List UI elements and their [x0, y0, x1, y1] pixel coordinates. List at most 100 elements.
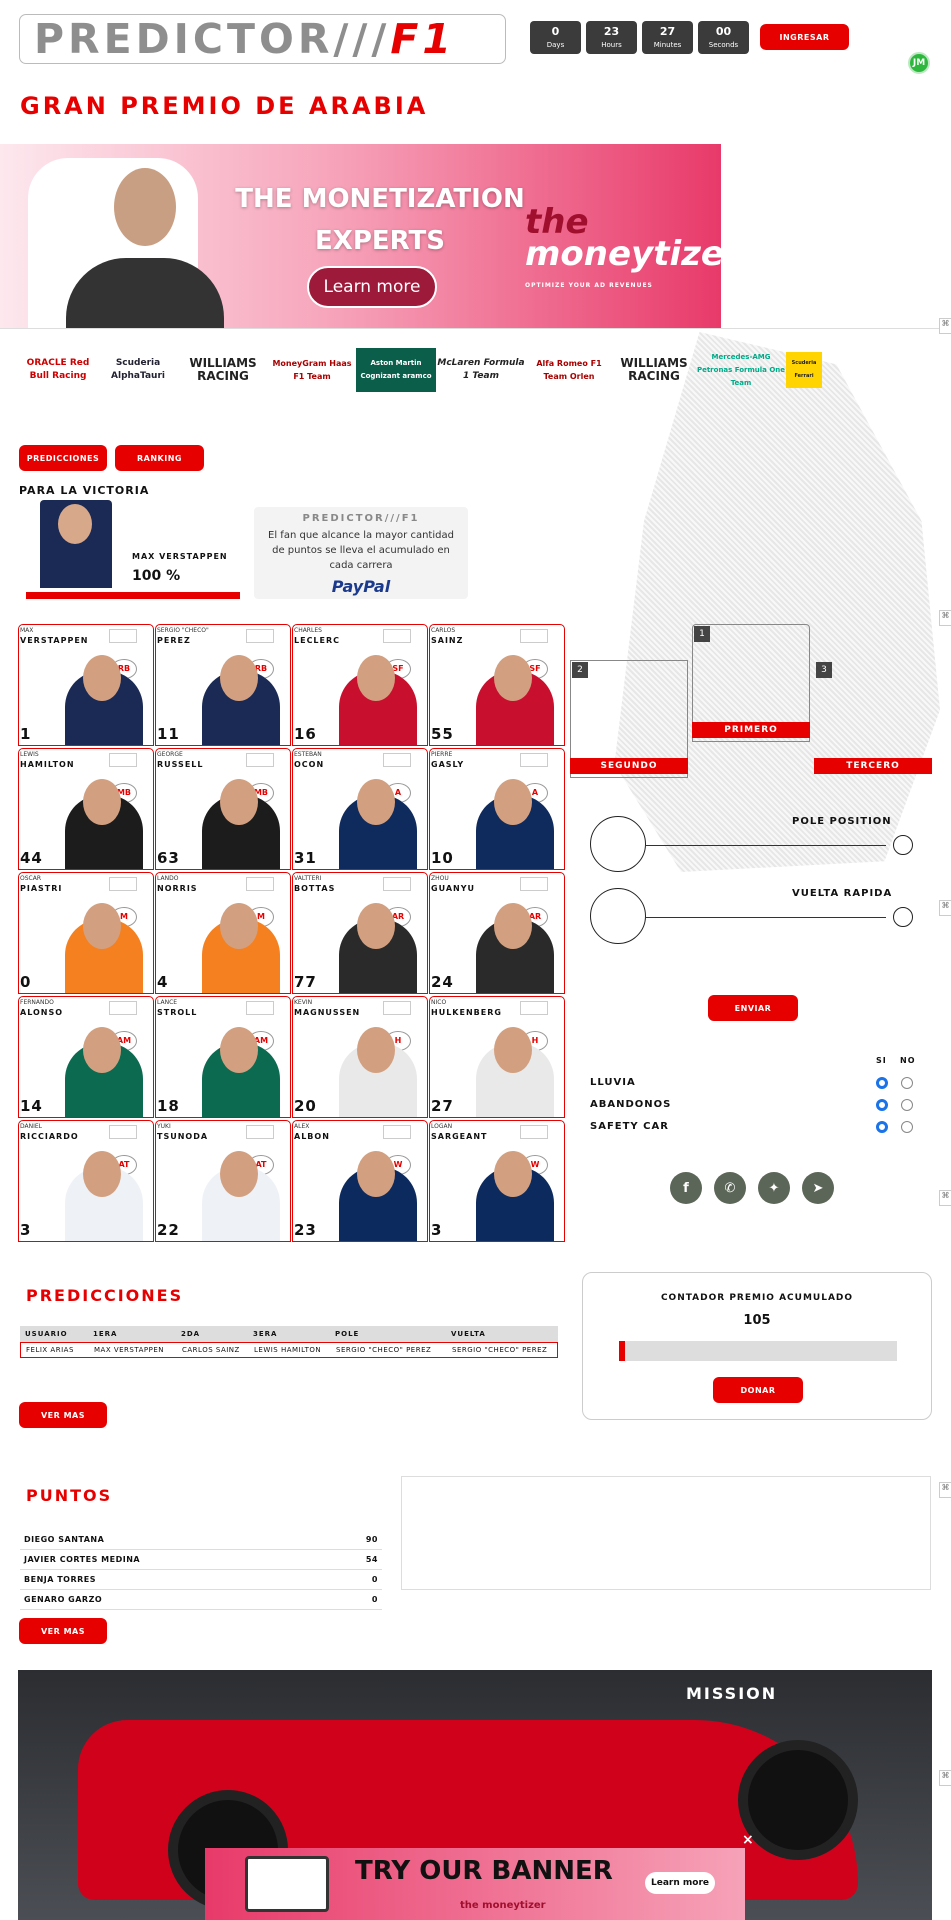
driver-number: 55 — [431, 725, 454, 743]
logo-accent: F1 — [390, 15, 455, 63]
tab-predictions[interactable]: PREDICCIONES — [19, 445, 107, 471]
driver-card[interactable]: LANDO NORRIS M 4 — [155, 872, 291, 994]
edge-tab-icon[interactable]: ⌘ — [939, 1482, 951, 1498]
whatsapp-icon[interactable]: ✆ — [714, 1172, 746, 1204]
driver-first-name: MAX — [20, 627, 34, 634]
country-flag-icon — [246, 1125, 274, 1139]
pole-slider-knob[interactable] — [893, 835, 913, 855]
page-title: GRAN PREMIO DE ARABIA — [20, 92, 429, 120]
driver-number: 4 — [157, 973, 169, 991]
site-logo[interactable]: PREDICTOR///F1 — [19, 14, 506, 64]
driver-first-name: LOGAN — [431, 1123, 453, 1130]
driver-last-name: HULKENBERG — [431, 1008, 502, 1017]
driver-first-name: LANDO — [157, 875, 179, 882]
top-ad-banner[interactable]: THE MONETIZATION EXPERTS Learn more the mo… — [0, 144, 721, 328]
driver-card[interactable]: ALEX ALBON W 23 — [292, 1120, 428, 1242]
driver-card[interactable]: LANCE STROLL AM 18 — [155, 996, 291, 1118]
list-item: GENARO GARZO 0 — [20, 1590, 382, 1610]
country-flag-icon — [520, 753, 548, 767]
driver-last-name: TSUNODA — [157, 1132, 209, 1141]
driver-card[interactable]: NICO HULKENBERG H 27 — [429, 996, 565, 1118]
fastest-lap-slider-knob[interactable] — [893, 907, 913, 927]
counter-value: 105 — [743, 1313, 771, 1328]
bottom-ad-learn-more-button[interactable]: Learn more — [645, 1872, 715, 1894]
driver-last-name: MAGNUSSEN — [294, 1008, 361, 1017]
country-flag-icon — [109, 877, 137, 891]
driver-card[interactable]: GEORGE RUSSELL MB 63 — [155, 748, 291, 870]
winner-bar-fill — [26, 592, 240, 599]
edge-tab-icon[interactable]: ⌘ — [939, 1190, 951, 1206]
fastest-lap-slot[interactable] — [590, 888, 646, 944]
pole-position-slot[interactable] — [590, 816, 646, 872]
promo-text: El fan que alcance la mayor cantidad de … — [268, 530, 454, 571]
driver-card[interactable]: FERNANDO ALONSO AM 14 — [18, 996, 154, 1118]
driver-last-name: ALONSO — [20, 1008, 64, 1017]
driver-photo — [220, 1151, 258, 1197]
sponsor-haas-logo: MoneyGram Haas F1 Team — [272, 359, 352, 381]
countdown-seconds: 00 Seconds — [698, 21, 749, 54]
driver-card[interactable]: SERGIO "CHECO" PEREZ RB 11 — [155, 624, 291, 746]
driver-card[interactable]: DANIEL RICCIARDO AT 3 — [18, 1120, 154, 1242]
country-flag-icon — [383, 753, 411, 767]
points-list: DIEGO SANTANA 90 JAVIER CORTES MEDINA 54 B… — [20, 1530, 382, 1610]
telegram-icon[interactable]: ➤ — [802, 1172, 834, 1204]
driver-number: 44 — [20, 849, 43, 867]
rain-yes-radio[interactable] — [876, 1077, 888, 1089]
driver-card[interactable]: LEWIS HAMILTON MB 44 — [18, 748, 154, 870]
driver-first-name: YUKI — [157, 1123, 171, 1130]
ad-headline-2: EXPERTS — [315, 226, 445, 256]
list-item: BENJA TORRES 0 — [20, 1570, 382, 1590]
driver-card[interactable]: KEVIN MAGNUSSEN H 20 — [292, 996, 428, 1118]
driver-card[interactable]: CHARLES LECLERC SF 16 — [292, 624, 428, 746]
driver-card[interactable]: OSCAR PIASTRI M 0 — [18, 872, 154, 994]
driver-number: 3 — [431, 1221, 443, 1239]
driver-card[interactable]: PIERRE GASLY A 10 — [429, 748, 565, 870]
driver-card[interactable]: MAX VERSTAPPEN RB 1 — [18, 624, 154, 746]
rain-no-radio[interactable] — [901, 1077, 913, 1089]
points-more-button[interactable]: VER MAS — [19, 1618, 107, 1644]
sponsor-redbull-logo: ORACLE Red Bull Racing — [26, 358, 90, 381]
ad-learn-more-button[interactable]: Learn more — [307, 266, 437, 308]
driver-card[interactable]: LOGAN SARGEANT W 3 — [429, 1120, 565, 1242]
points-title: PUNTOS — [26, 1486, 113, 1505]
country-flag-icon — [520, 1125, 548, 1139]
driver-card[interactable]: YUKI TSUNODA AT 22 — [155, 1120, 291, 1242]
ad-laptop-image — [245, 1856, 329, 1912]
driver-first-name: PIERRE — [431, 751, 453, 758]
driver-card[interactable]: VALTTERI BOTTAS AR 77 — [292, 872, 428, 994]
login-button[interactable]: INGRESAR — [760, 24, 849, 50]
empty-panel — [401, 1476, 931, 1590]
counter-progress-fill — [619, 1341, 625, 1361]
driver-photo — [220, 1027, 258, 1073]
driver-card[interactable]: CARLOS SAINZ SF 55 — [429, 624, 565, 746]
twitter-icon[interactable]: ✦ — [758, 1172, 790, 1204]
edge-tab-icon[interactable]: ⌘ — [939, 318, 951, 334]
donate-button[interactable]: DONAR — [713, 1377, 803, 1403]
avatar[interactable]: JM — [908, 52, 930, 74]
edge-tab-icon[interactable]: ⌘ — [939, 900, 951, 916]
driver-first-name: GEORGE — [157, 751, 183, 758]
tab-ranking[interactable]: RANKING — [115, 445, 204, 471]
driver-number: 16 — [294, 725, 317, 743]
retirements-yes-radio[interactable] — [876, 1099, 888, 1111]
driver-card[interactable]: ZHOU GUANYU AR 24 — [429, 872, 565, 994]
driver-number: 77 — [294, 973, 317, 991]
close-icon[interactable]: × — [742, 1832, 754, 1848]
retirements-no-radio[interactable] — [901, 1099, 913, 1111]
country-flag-icon — [383, 877, 411, 891]
safety-car-no-radio[interactable] — [901, 1121, 913, 1133]
edge-tab-icon[interactable]: ⌘ — [939, 1770, 951, 1786]
facebook-icon[interactable]: f — [670, 1172, 702, 1204]
send-button[interactable]: ENVIAR — [708, 995, 798, 1021]
driver-first-name: KEVIN — [294, 999, 313, 1006]
bottom-ad-banner[interactable]: TRY OUR BANNER Learn more the moneytizer — [205, 1848, 745, 1920]
predictions-title: PREDICCIONES — [26, 1286, 184, 1305]
driver-card[interactable]: ESTEBAN OCON A 31 — [292, 748, 428, 870]
predictions-more-button[interactable]: VER MAS — [19, 1402, 107, 1428]
edge-tab-icon[interactable]: ⌘ — [939, 610, 951, 626]
driver-last-name: NORRIS — [157, 884, 198, 893]
country-flag-icon — [109, 629, 137, 643]
safety-car-yes-radio[interactable] — [876, 1121, 888, 1133]
f1-car-background-image — [614, 332, 940, 872]
counter-title: CONTADOR PREMIO ACUMULADO — [660, 1293, 854, 1303]
